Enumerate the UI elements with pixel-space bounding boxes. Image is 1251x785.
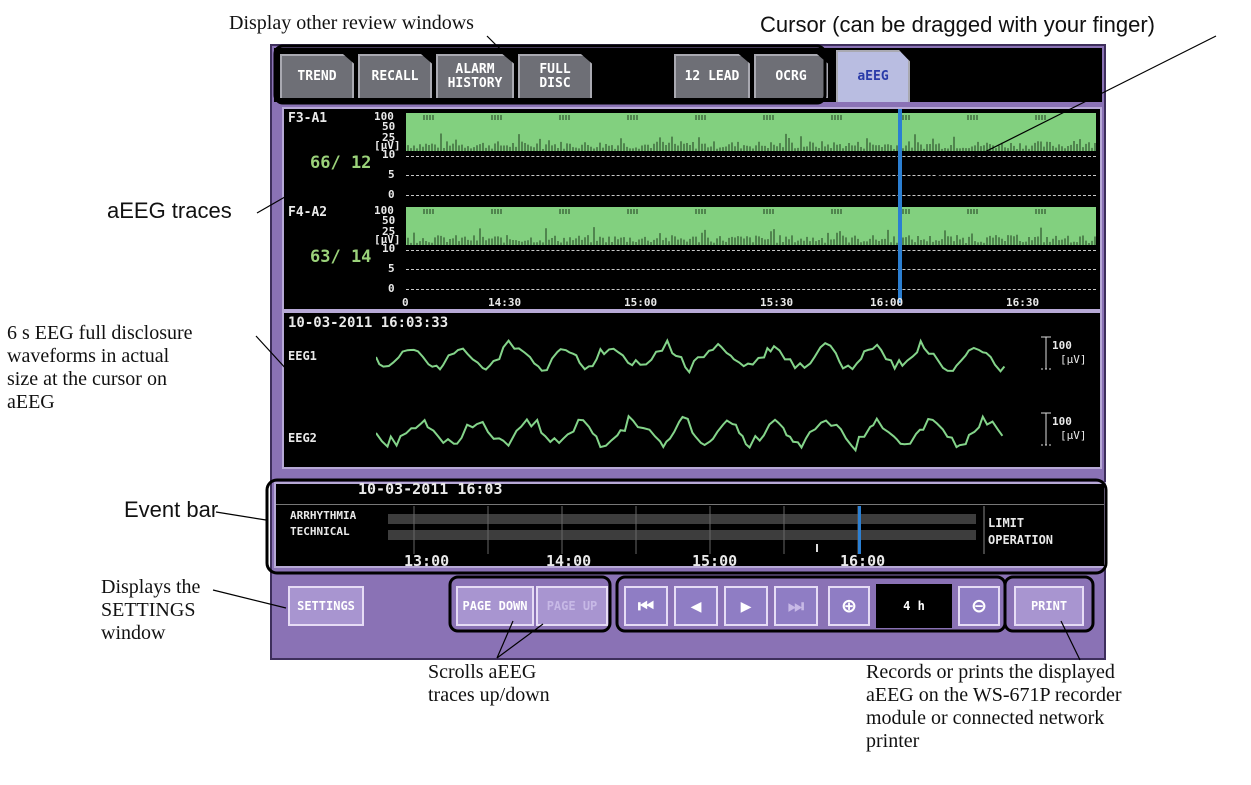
next-button[interactable]: ▶ <box>724 586 768 626</box>
eeg1-waveform <box>376 338 1006 375</box>
annotation-full-disclosure: 6 s EEG full disclosure waveforms in act… <box>7 322 193 413</box>
last-page-button[interactable]: ⏭ <box>774 586 818 626</box>
annotation-event-bar: Event bar <box>124 497 219 522</box>
triangle-right-icon: ▶ <box>740 595 752 617</box>
event-time-1400: 14:00 <box>546 552 592 570</box>
xtick-1500: 15:00 <box>624 296 658 309</box>
tab-bar: TREND RECALL ALARM HISTORY FULL DISC 12 L… <box>274 48 1102 102</box>
event-bar[interactable]: 10-03-2011 16:03 ARRHYTHMIA TECHNICAL LI… <box>274 480 1106 570</box>
tab-ocrg[interactable]: OCRG <box>754 54 828 98</box>
monitor-window: TREND RECALL ALARM HISTORY FULL DISC 12 L… <box>270 44 1106 660</box>
zoom-out-button[interactable]: ⊖ <box>958 586 1000 626</box>
xtick-1530: 15:30 <box>760 296 794 309</box>
event-label-operation: OPERATION <box>988 533 1054 547</box>
print-button[interactable]: PRINT <box>1014 586 1084 626</box>
skip-start-icon: ⏮ <box>637 595 655 617</box>
event-label-limit: LIMIT <box>988 516 1025 530</box>
eeg2-waveform <box>376 414 1004 453</box>
xtick-1630: 16:30 <box>1006 296 1040 309</box>
event-mark <box>816 544 818 552</box>
prev-button[interactable]: ◀ <box>674 586 718 626</box>
page-up-button[interactable]: PAGE UP <box>536 586 608 626</box>
xtick-1430: 14:30 <box>488 296 522 309</box>
xtick-0: 0 <box>402 296 409 309</box>
settings-button[interactable]: SETTINGS <box>288 586 364 626</box>
first-page-button[interactable]: ⏮ <box>624 586 668 626</box>
event-timestamp: 10-03-2011 16:03 <box>358 480 503 498</box>
eeg-waveform-panel: 10-03-2011 16:03:33 EEG1 EEG2 100 [μV] 1… <box>282 311 1102 469</box>
annotation-scroll: Scrolls aEEG traces up/down <box>428 661 550 706</box>
event-time-1600: 16:00 <box>840 552 886 570</box>
event-cursor[interactable] <box>858 506 861 554</box>
tab-alarm-history[interactable]: ALARM HISTORY <box>436 54 514 98</box>
event-time-1500: 15:00 <box>692 552 738 570</box>
scale-1-unit: [μV] <box>1060 353 1087 366</box>
event-gridlines <box>413 506 985 554</box>
eeg-timestamp: 10-03-2011 16:03:33 <box>288 315 449 331</box>
span-display: 4 h <box>876 584 952 628</box>
annotation-print: Records or prints the displayed aEEG on … <box>866 661 1122 752</box>
scale-1-value: 100 <box>1052 339 1072 352</box>
event-time-1300: 13:00 <box>404 552 450 570</box>
eeg1-label: EEG1 <box>288 349 317 363</box>
annotation-aeeg-traces: aEEG traces <box>107 198 232 223</box>
scale-2-value: 100 <box>1052 415 1072 428</box>
xtick-1600: 16:00 <box>870 296 904 309</box>
annotation-cursor: Cursor (can be dragged with your finger) <box>760 12 1155 37</box>
tab-full-disc[interactable]: FULL DISC <box>518 54 592 98</box>
zoom-in-button[interactable]: ⊕ <box>828 586 870 626</box>
minus-circle-icon: ⊖ <box>972 593 986 619</box>
annotation-settings: Displays the SETTINGS window <box>101 576 201 644</box>
skip-end-icon: ⏭ <box>787 595 805 617</box>
aeeg-cursor[interactable] <box>898 109 902 303</box>
triangle-left-icon: ◀ <box>690 595 702 617</box>
eeg2-label: EEG2 <box>288 431 317 445</box>
aeeg-trace-panel[interactable]: F3-A1 [μV] 66/ 12 F4-A2 [μV] 63/ 14 100 … <box>282 107 1102 311</box>
tab-12-lead[interactable]: 12 LEAD <box>674 54 750 98</box>
tab-recall[interactable]: RECALL <box>358 54 432 98</box>
annotation-review-windows: Display other review windows <box>229 12 474 34</box>
page-down-button[interactable]: PAGE DOWN <box>456 586 534 626</box>
tab-aeeg[interactable]: aEEG <box>836 50 910 102</box>
trace-tick-marks <box>407 115 1096 245</box>
tab-trend[interactable]: TREND <box>280 54 354 98</box>
plus-circle-icon: ⊕ <box>842 593 856 619</box>
scale-2-unit: [μV] <box>1060 429 1087 442</box>
